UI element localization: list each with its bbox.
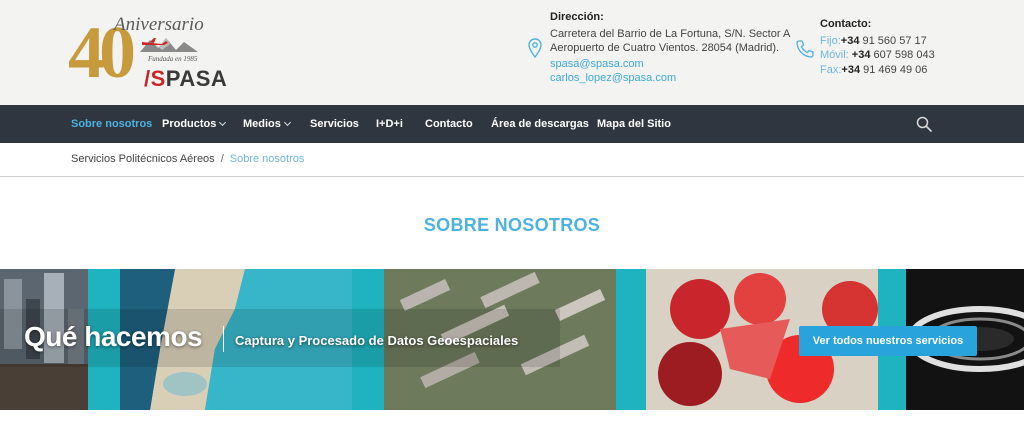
view-all-services-button[interactable]: Ver todos nuestros servicios (799, 326, 977, 356)
nav-item-contacto[interactable]: Contacto (425, 105, 473, 143)
logo-anniversary: Aniversario (114, 14, 204, 35)
phone-fijo-label: Fijo: (820, 35, 841, 47)
phone-fax[interactable]: Fax:+34 91 469 49 06 (820, 64, 927, 76)
main-nav: Sobre nosotros Productos Medios Servicio… (0, 105, 1024, 143)
phone-fax-label: Fax: (820, 64, 842, 76)
phone-icon (796, 40, 814, 58)
phone-fax-number: 91 469 49 06 (860, 64, 928, 76)
site-logo[interactable]: 40 Aniversario Fundada en 1985 /SPASA (68, 8, 227, 96)
phone-fijo[interactable]: Fijo:+34 91 560 57 17 (820, 35, 927, 47)
nav-item-idi[interactable]: I+D+i (376, 105, 403, 143)
address-line-2: Aeropuerto de Cuatro Vientos. 28054 (Mad… (550, 42, 780, 54)
banner-divider (223, 326, 224, 352)
logo-brand: /SPASA (144, 66, 227, 92)
map-pin-icon (528, 38, 542, 58)
nav-item-productos[interactable]: Productos (162, 105, 227, 143)
chevron-down-icon (283, 118, 291, 127)
nav-item-sobre-nosotros[interactable]: Sobre nosotros (71, 105, 152, 143)
phone-movil-number: 607 598 043 (870, 49, 935, 61)
hero-banner: Qué hacemos Captura y Procesado de Datos… (0, 269, 1024, 410)
search-icon[interactable] (916, 116, 932, 132)
phone-movil-label: Móvil: (820, 49, 849, 61)
logo-mountain-plane-icon (140, 38, 198, 52)
nav-item-area-descargas[interactable]: Área de descargas (491, 105, 589, 143)
address-line-1: Carretera del Barrio de La Fortuna, S/N.… (550, 28, 791, 40)
phone-fijo-number: 91 560 57 17 (859, 35, 927, 47)
page-title: SOBRE NOSOTROS (423, 215, 601, 235)
banner-subheading: Captura y Procesado de Datos Geoespacial… (235, 333, 519, 348)
logo-founded: Fundada en 1985 (148, 55, 198, 63)
nav-item-servicios[interactable]: Servicios (310, 105, 359, 143)
email-link-spasa[interactable]: spasa@spasa.com (550, 58, 644, 70)
breadcrumb: Servicios Politécnicos Aéreos / Sobre noso… (71, 153, 304, 165)
nav-item-mapa-sitio[interactable]: Mapa del Sitio (597, 105, 671, 143)
email-link-carlos[interactable]: carlos_lopez@spasa.com (550, 72, 676, 84)
phone-fijo-prefix: +34 (840, 35, 860, 47)
divider (0, 176, 1024, 177)
nav-item-productos-label: Productos (162, 118, 217, 130)
contact-title: Contacto: (820, 18, 872, 30)
chevron-down-icon (219, 118, 227, 127)
phone-movil[interactable]: Móvil: +34 607 598 043 (820, 49, 935, 61)
phone-movil-prefix: +34 (848, 49, 871, 61)
logo-brand-prefix: /S (144, 66, 166, 91)
top-header: 40 Aniversario Fundada en 1985 /SPASA Di… (0, 0, 1024, 105)
breadcrumb-current: Sobre nosotros (229, 153, 305, 165)
address-title: Dirección: (550, 11, 604, 23)
breadcrumb-separator: / (220, 153, 224, 165)
phone-fax-prefix: +34 (841, 64, 861, 76)
nav-item-medios-label: Medios (243, 118, 281, 130)
logo-brand-rest: PASA (165, 66, 228, 91)
banner-heading: Qué hacemos (24, 321, 203, 352)
nav-item-medios[interactable]: Medios (243, 105, 291, 143)
breadcrumb-home[interactable]: Servicios Politécnicos Aéreos (71, 153, 215, 165)
